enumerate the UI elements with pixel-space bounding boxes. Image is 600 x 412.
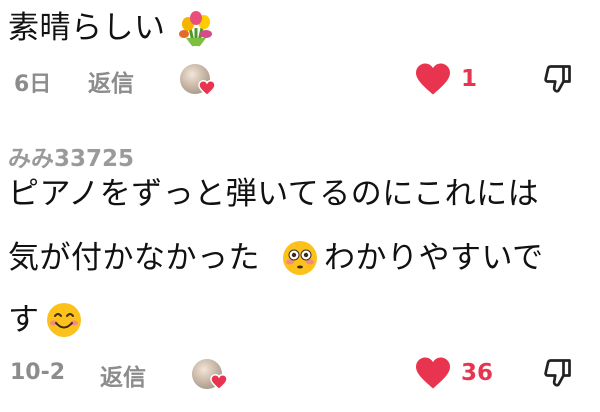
comment-text-segment: 気が付かなかった	[8, 240, 260, 276]
comment-text-line-3: す	[8, 302, 40, 338]
comment-text-line-2: 気が付かなかった	[8, 236, 260, 280]
reply-button[interactable]: 返信	[88, 64, 134, 98]
comment-text-body: 素晴らしい	[8, 10, 166, 46]
comment-text: 素晴らしい	[8, 6, 166, 50]
creator-like-heart-icon	[210, 374, 228, 390]
dislike-icon[interactable]	[541, 356, 577, 392]
dislike-icon[interactable]	[541, 62, 577, 98]
bouquet-emoji	[179, 11, 212, 47]
flushed-face-emoji	[283, 241, 317, 275]
comment-text-line-1: ピアノをずっと弾いてるのにこれには	[8, 176, 540, 212]
comment-time: 10-2	[10, 360, 66, 385]
creator-like-heart-icon	[198, 80, 216, 96]
smiling-face-emoji	[47, 303, 81, 337]
comment-text-line-2b: わかりやすいで	[324, 240, 544, 276]
like-heart-icon[interactable]	[414, 62, 452, 96]
like-count: 1	[461, 66, 478, 92]
like-count: 36	[461, 360, 494, 386]
like-heart-icon[interactable]	[414, 356, 452, 390]
username[interactable]: みみ33725	[8, 139, 134, 173]
reply-button[interactable]: 返信	[100, 358, 146, 392]
comment-time: 6日	[14, 72, 52, 97]
